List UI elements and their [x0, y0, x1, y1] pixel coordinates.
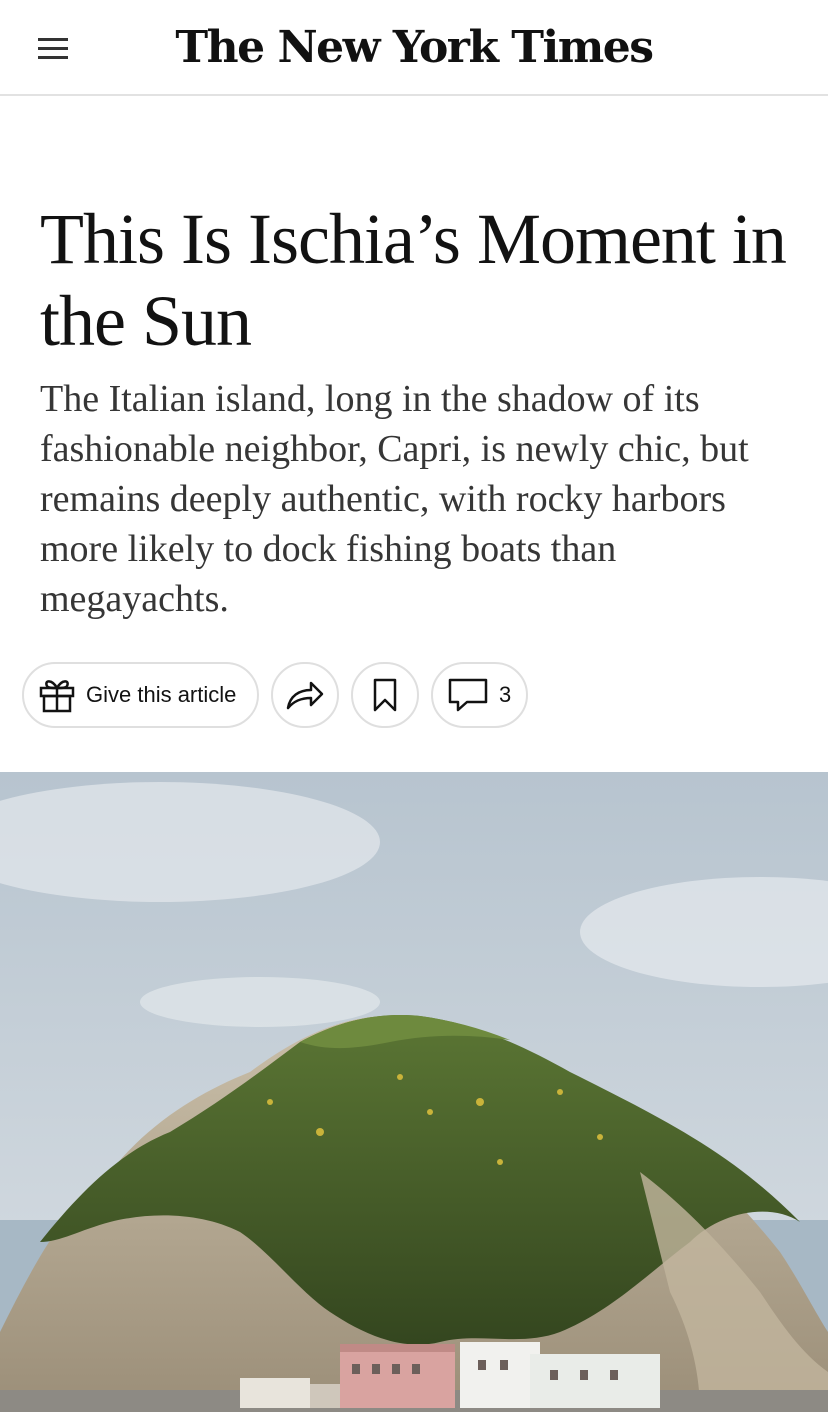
comment-count: 3	[499, 682, 512, 707]
save-bookmark-button[interactable]	[351, 662, 419, 728]
article-headline: This Is Ischia’s Moment in the Sun	[40, 199, 787, 361]
share-arrow-icon	[286, 681, 324, 710]
give-article-button[interactable]: Give this article	[22, 662, 259, 728]
top-navigation-bar: The New York Times	[0, 0, 828, 96]
article-summary: The Italian island, long in the shadow o…	[40, 378, 749, 620]
article-action-bar: Give this article 3	[22, 662, 528, 730]
bookmark-icon	[373, 678, 397, 712]
island-photo-illustration	[0, 772, 828, 1412]
comments-button[interactable]: 3	[431, 662, 528, 728]
masthead-logo[interactable]: The New York Times	[0, 18, 828, 78]
share-button[interactable]	[271, 662, 339, 728]
give-article-label: Give this article	[86, 682, 237, 707]
comment-bubble-icon	[448, 678, 488, 712]
gift-icon	[39, 680, 75, 713]
hero-photo	[0, 772, 828, 1412]
